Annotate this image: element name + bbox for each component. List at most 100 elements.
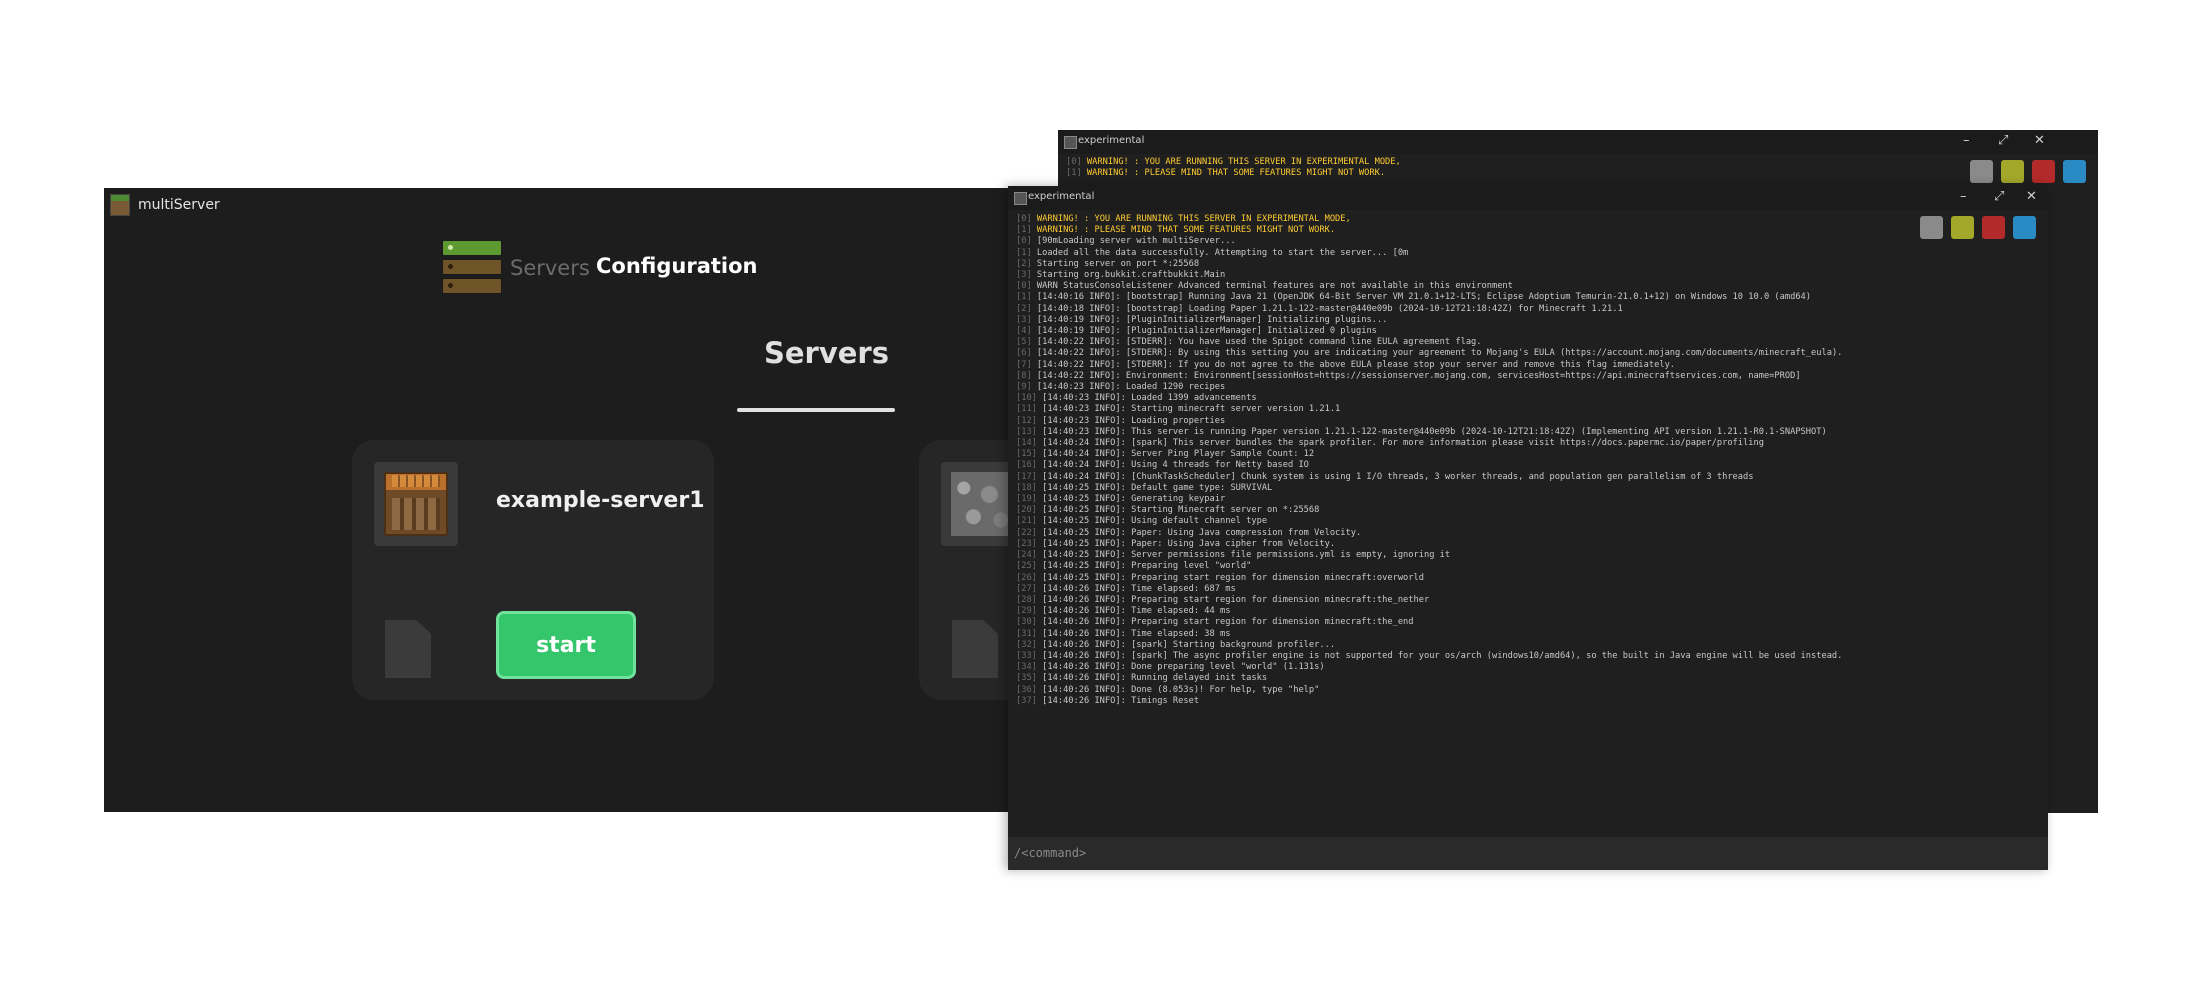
log-line: [37] [14:40:26 INFO]: Timings Reset	[1016, 696, 1842, 707]
color-swatch[interactable]	[1982, 216, 2005, 239]
log-line: [26] [14:40:25 INFO]: Preparing start re…	[1016, 573, 1842, 584]
color-swatch[interactable]	[1970, 160, 1993, 183]
log-line: [36] [14:40:26 INFO]: Done (8.053s)! For…	[1016, 685, 1842, 696]
log-line-text: WARNING! : YOU ARE RUNNING THIS SERVER I…	[1081, 157, 1401, 167]
log-line-index: [1]	[1016, 247, 1032, 258]
log-line: [29] [14:40:26 INFO]: Time elapsed: 44 m…	[1016, 606, 1842, 617]
log-line-text: [14:40:26 INFO]: Time elapsed: 44 ms	[1036, 606, 1231, 617]
close-icon[interactable]: ✕	[2034, 132, 2045, 150]
log-line-text: [14:40:26 INFO]: Timings Reset	[1036, 695, 1200, 706]
log-line: [35] [14:40:26 INFO]: Running delayed in…	[1016, 673, 1842, 684]
log-line-text: [14:40:25 INFO]: Server permissions file…	[1036, 550, 1451, 561]
minimize-icon[interactable]: –	[1963, 132, 1970, 150]
log-line-index: [3]	[1016, 270, 1032, 281]
color-swatch[interactable]	[2063, 160, 2086, 183]
log-line: [1] WARNING! : PLEASE MIND THAT SOME FEA…	[1066, 168, 1401, 179]
log-line-index: [15]	[1016, 449, 1037, 460]
console-app-icon	[1014, 192, 1027, 205]
log-line: [1] [14:40:16 INFO]: [bootstrap] Running…	[1016, 292, 1842, 303]
log-line: [14] [14:40:24 INFO]: [spark] This serve…	[1016, 438, 1842, 449]
log-line-index: [21]	[1016, 516, 1037, 527]
maximize-icon[interactable]: ⤢	[1994, 188, 2004, 206]
log-line: [2] Starting server on port *:25568	[1016, 259, 1842, 270]
color-swatch[interactable]	[2032, 160, 2055, 183]
log-line-text: [14:40:23 INFO]: This server is running …	[1036, 426, 1827, 437]
console-titlebar: experimental – ⤢ ✕	[1008, 186, 2048, 210]
log-line-text: [14:40:26 INFO]: Done preparing level "w…	[1036, 662, 1325, 673]
log-line: [20] [14:40:25 INFO]: Starting Minecraft…	[1016, 505, 1842, 516]
log-line: [0] [90mLoading server with multiServer.…	[1016, 236, 1842, 247]
log-line-index: [33]	[1016, 650, 1037, 661]
log-line-text: [14:40:26 INFO]: Preparing start region …	[1036, 617, 1414, 628]
start-button[interactable]: start	[496, 611, 636, 679]
log-line-index: [20]	[1016, 505, 1037, 516]
log-line-text: [14:40:25 INFO]: Preparing start region …	[1036, 572, 1424, 583]
log-line-text: [14:40:25 INFO]: Using default channel t…	[1036, 516, 1268, 527]
log-line-text: [14:40:26 INFO]: Running delayed init ta…	[1036, 673, 1268, 684]
log-line-text: [14:40:26 INFO]: Time elapsed: 38 ms	[1036, 628, 1231, 639]
log-line-index: [1]	[1066, 168, 1082, 179]
log-line-text: [14:40:23 INFO]: Starting minecraft serv…	[1036, 404, 1341, 415]
log-line: [24] [14:40:25 INFO]: Server permissions…	[1016, 550, 1842, 561]
log-line-index: [27]	[1016, 583, 1037, 594]
log-line-text: [14:40:24 INFO]: Server Ping Player Samp…	[1036, 449, 1315, 460]
log-line: [22] [14:40:25 INFO]: Paper: Using Java …	[1016, 528, 1842, 539]
log-line-index: [16]	[1016, 460, 1037, 471]
log-line-text: [14:40:23 INFO]: Loaded 1290 recipes	[1031, 382, 1226, 393]
log-line-index: [31]	[1016, 628, 1037, 639]
log-line-text: [14:40:19 INFO]: [PluginInitializerManag…	[1031, 326, 1377, 337]
log-line-text: [14:40:25 INFO]: Paper: Using Java compr…	[1036, 527, 1362, 538]
console-log: [0] WARNING! : YOU ARE RUNNING THIS SERV…	[1066, 157, 1401, 179]
log-line-index: [6]	[1016, 348, 1032, 359]
log-line-text: [14:40:25 INFO]: Paper: Using Java ciphe…	[1036, 538, 1336, 549]
log-line: [0] WARNING! : YOU ARE RUNNING THIS SERV…	[1066, 157, 1401, 168]
log-line-text: [14:40:16 INFO]: [bootstrap] Running Jav…	[1031, 292, 1812, 303]
main-titlebar: multiServer	[104, 188, 1104, 222]
command-bar	[1008, 837, 2048, 870]
log-line: [13] [14:40:23 INFO]: This server is run…	[1016, 427, 1842, 438]
log-line: [27] [14:40:26 INFO]: Time elapsed: 687 …	[1016, 584, 1842, 595]
log-line-index: [17]	[1016, 471, 1037, 482]
log-line-text: [14:40:25 INFO]: Generating keypair	[1036, 494, 1226, 505]
log-line-text: [14:40:22 INFO]: [STDERR]: By using this…	[1031, 348, 1843, 359]
log-line-index: [37]	[1016, 695, 1037, 706]
server-rack-logo-icon	[442, 240, 502, 294]
color-swatch[interactable]	[2001, 160, 2024, 183]
command-input[interactable]	[1012, 845, 1616, 861]
nav-configuration[interactable]: Configuration	[596, 254, 757, 278]
log-line: [30] [14:40:26 INFO]: Preparing start re…	[1016, 617, 1842, 628]
color-swatch[interactable]	[1951, 216, 1974, 239]
maximize-icon[interactable]: ⤢	[1998, 132, 2008, 150]
log-line-text: [14:40:22 INFO]: Environment: Environmen…	[1031, 370, 1801, 381]
log-line-text: Starting server on port *:25568	[1031, 258, 1200, 269]
color-swatch[interactable]	[1920, 216, 1943, 239]
log-line-text: [14:40:26 INFO]: Done (8.053s)! For help…	[1036, 684, 1320, 695]
log-line-text: [14:40:26 INFO]: Preparing start region …	[1036, 594, 1430, 605]
close-icon[interactable]: ✕	[2026, 188, 2037, 206]
log-line-text: WARN StatusConsoleListener Advanced term…	[1031, 281, 1513, 292]
log-line-text: [14:40:25 INFO]: Preparing level "world"	[1036, 561, 1252, 572]
log-line-index: [12]	[1016, 415, 1037, 426]
log-line-index: [1]	[1016, 292, 1032, 303]
log-line-index: [29]	[1016, 606, 1037, 617]
log-line: [1] Loaded all the data successfully. At…	[1016, 248, 1842, 259]
log-line: [5] [14:40:22 INFO]: [STDERR]: You have …	[1016, 337, 1842, 348]
console-title: experimental	[1028, 191, 1095, 202]
minimize-icon[interactable]: –	[1960, 188, 1967, 206]
log-line: [21] [14:40:25 INFO]: Using default chan…	[1016, 516, 1842, 527]
color-swatch[interactable]	[2013, 216, 2036, 239]
log-line-text: Loaded all the data successfully. Attemp…	[1031, 247, 1409, 258]
log-line: [34] [14:40:26 INFO]: Done preparing lev…	[1016, 662, 1842, 673]
log-line-text: [14:40:23 INFO]: Loaded 1399 advancement…	[1036, 393, 1257, 404]
file-icon[interactable]	[952, 620, 998, 678]
nav-servers[interactable]: Servers	[510, 256, 590, 280]
log-line: [0] WARN StatusConsoleListener Advanced …	[1016, 281, 1842, 292]
log-line-text: [14:40:26 INFO]: [spark] The async profi…	[1036, 650, 1843, 661]
console-app-icon	[1064, 136, 1077, 149]
log-line-index: [0]	[1016, 214, 1032, 224]
file-icon[interactable]	[385, 620, 431, 678]
log-line-index: [2]	[1016, 258, 1032, 269]
log-line: [17] [14:40:24 INFO]: [ChunkTaskSchedule…	[1016, 472, 1842, 483]
log-line-index: [1]	[1016, 225, 1032, 236]
log-line: [19] [14:40:25 INFO]: Generating keypair	[1016, 494, 1842, 505]
